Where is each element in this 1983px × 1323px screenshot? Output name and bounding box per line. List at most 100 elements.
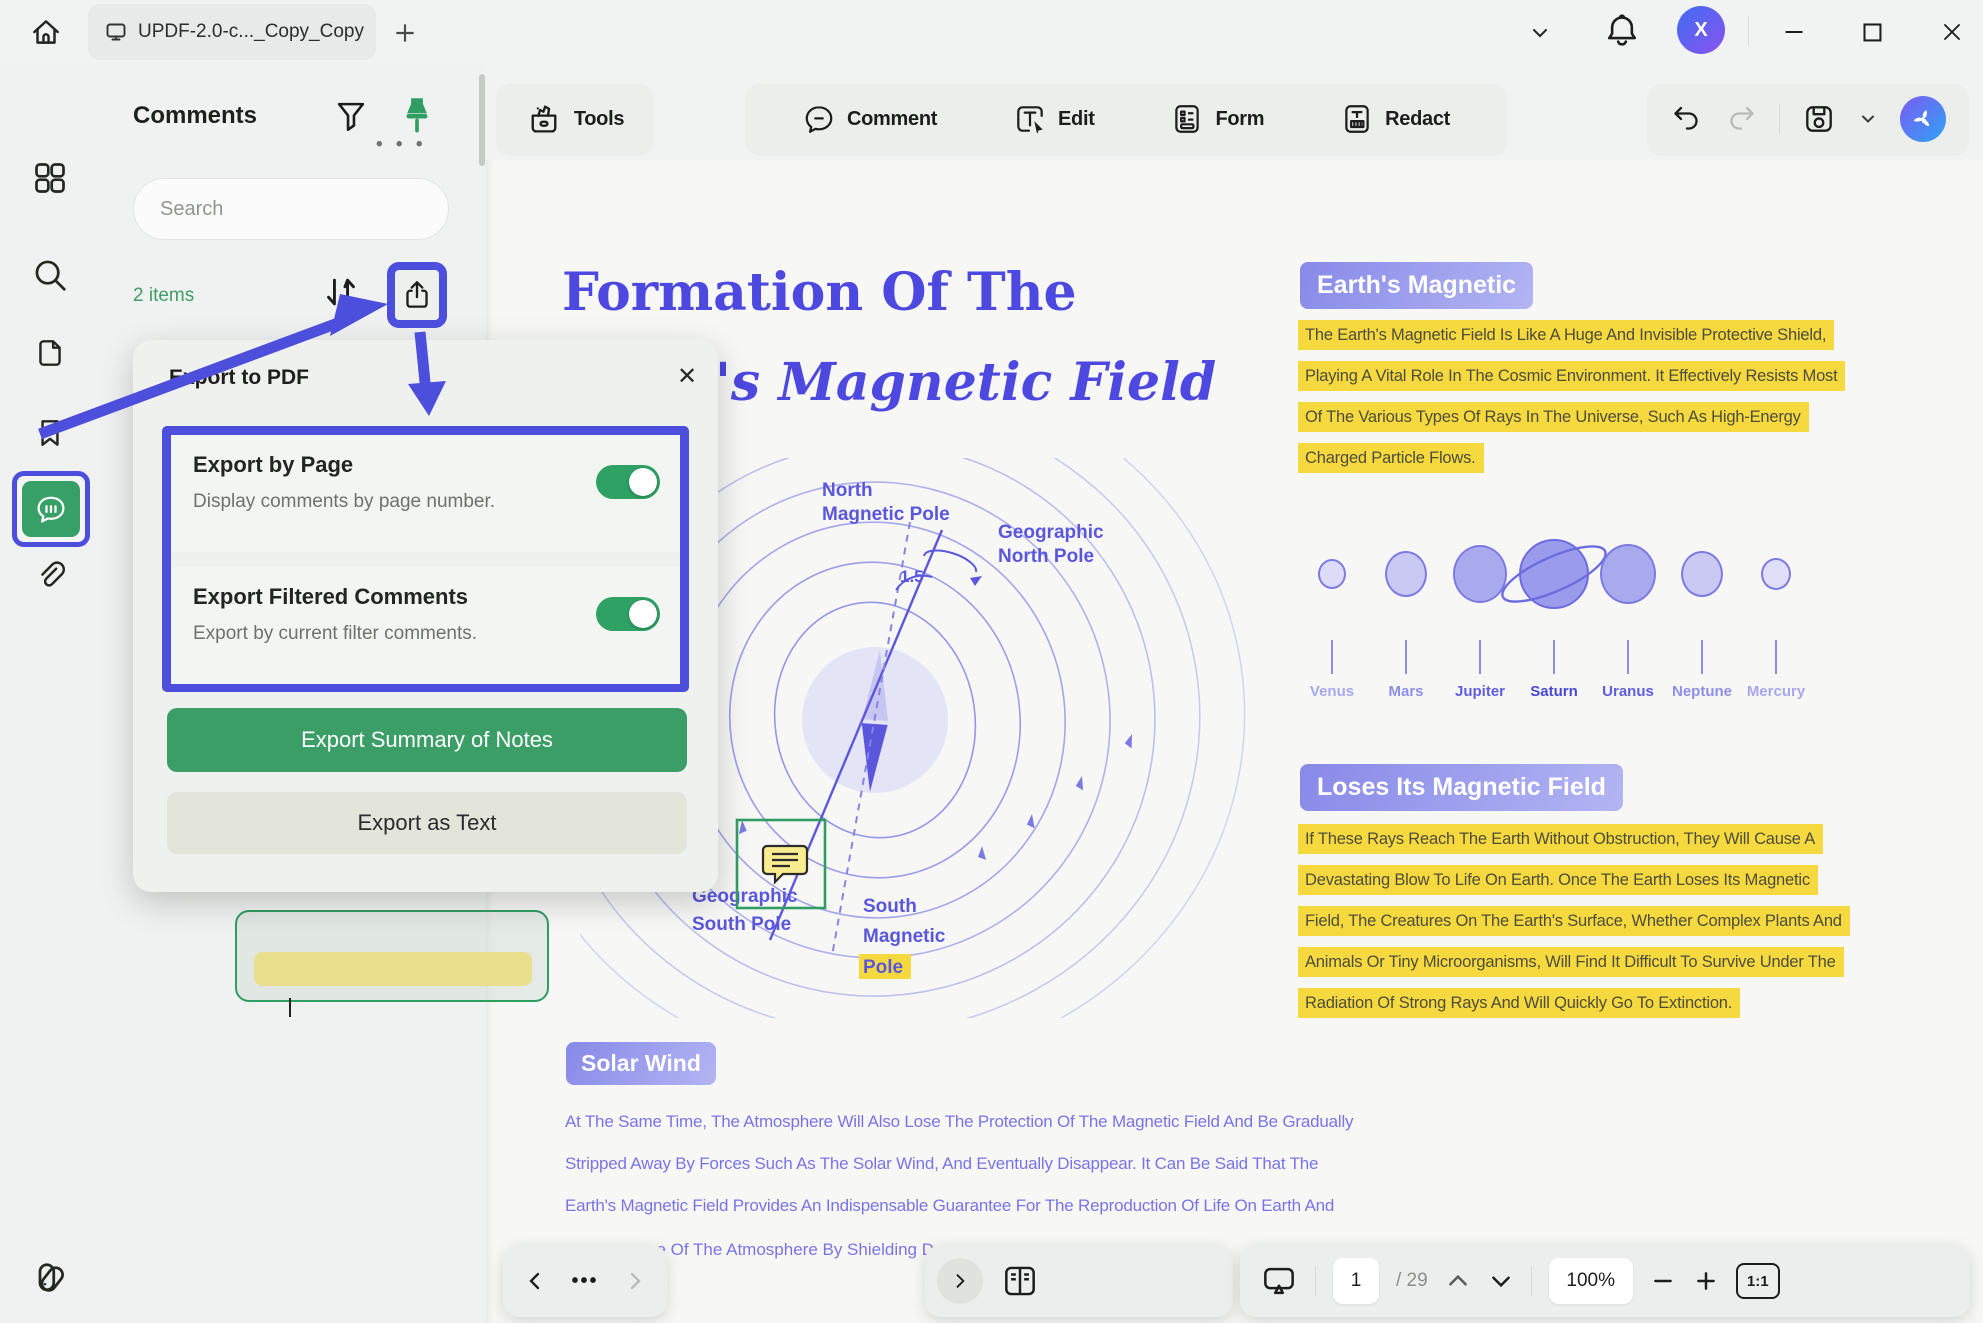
- tab-edit[interactable]: Edit: [1013, 102, 1095, 136]
- grid-icon: [32, 160, 68, 196]
- mode-switcher: Comment Edit Form: [746, 84, 1506, 154]
- minimize-icon: [1779, 17, 1809, 47]
- avatar[interactable]: X: [1677, 6, 1725, 54]
- doc-heading-line1: Formation Of The: [562, 262, 1077, 323]
- highlight-line: Field, The Creatures On The Earth's Surf…: [1298, 906, 1850, 936]
- export-summary-button[interactable]: Export Summary of Notes: [167, 708, 687, 772]
- titlebar-divider: [1748, 16, 1749, 46]
- comments-tile: [22, 481, 80, 537]
- redact-mode-icon: [1340, 102, 1374, 136]
- tab-form[interactable]: Form: [1170, 102, 1264, 136]
- export-comments-button[interactable]: [387, 262, 447, 328]
- document-tab[interactable]: UPDF-2.0-c..._Copy_Copy: [88, 4, 376, 60]
- next-comment-button[interactable]: [623, 1269, 647, 1293]
- highlight-line: Animals Or Tiny Microorganisms, Will Fin…: [1298, 947, 1844, 977]
- zoom-level-input[interactable]: 100%: [1549, 1258, 1633, 1304]
- two-page-view-button[interactable]: [1001, 1262, 1039, 1300]
- presentation-mode-button[interactable]: [1260, 1262, 1298, 1300]
- redo-button[interactable]: [1725, 103, 1757, 135]
- tab-redact[interactable]: Redact: [1340, 102, 1450, 136]
- maximize-button[interactable]: [1850, 12, 1894, 52]
- notifications-button[interactable]: [1600, 8, 1644, 52]
- purple-paragraph: At The Same Time, The Atmosphere Will Al…: [565, 1112, 1353, 1238]
- planet-uranus: Uranus: [1592, 512, 1664, 708]
- toolbox-icon: [526, 101, 562, 137]
- badge-solar-wind: Solar Wind: [566, 1042, 716, 1085]
- sidebar-item-swatches[interactable]: [30, 1256, 70, 1296]
- search-input[interactable]: [160, 198, 422, 221]
- dialog-close-button[interactable]: ✕: [671, 360, 703, 392]
- export-as-text-button[interactable]: Export as Text: [167, 792, 687, 854]
- history-save-group: [1648, 84, 1968, 154]
- undo-button[interactable]: [1671, 103, 1703, 135]
- home-button[interactable]: [24, 10, 68, 54]
- close-window-button[interactable]: [1930, 12, 1974, 52]
- note-annotation-icon[interactable]: [763, 846, 807, 882]
- sidebar: [0, 64, 100, 1323]
- badge-loses-field: Loses Its Magnetic Field: [1300, 764, 1623, 811]
- filter-comments-button[interactable]: [332, 96, 372, 136]
- label-north-magnetic-2: Magnetic Pole: [822, 504, 950, 525]
- tab-comment[interactable]: Comment: [802, 102, 937, 136]
- page-number-input[interactable]: 1: [1333, 1258, 1379, 1304]
- minimize-button[interactable]: [1772, 12, 1816, 52]
- planet-label: Jupiter: [1455, 683, 1505, 700]
- planet-label: Mars: [1388, 683, 1423, 700]
- form-mode-icon: [1170, 102, 1204, 136]
- planet-saturn: Saturn: [1518, 512, 1590, 708]
- share-export-icon: [400, 277, 434, 313]
- funnel-icon: [332, 96, 372, 136]
- prev-comment-button[interactable]: [523, 1269, 547, 1293]
- zoom-in-button[interactable]: [1693, 1268, 1719, 1294]
- highlight-line: If These Rays Reach The Earth Without Ob…: [1298, 824, 1823, 854]
- ai-assistant-button[interactable]: [1900, 96, 1946, 142]
- label-geo-north-1: Geographic: [998, 522, 1104, 543]
- planet-label: Venus: [1310, 683, 1354, 700]
- toolbar-divider: [1779, 104, 1780, 134]
- planet-label: Neptune: [1672, 683, 1732, 700]
- zoom-out-button[interactable]: [1650, 1268, 1676, 1294]
- tools-button[interactable]: Tools: [497, 84, 653, 154]
- comment-nav-bar: •••: [503, 1245, 667, 1317]
- new-tab-button[interactable]: [388, 16, 422, 50]
- zoom-value: 100%: [1566, 1270, 1615, 1292]
- export-by-page-toggle[interactable]: [596, 465, 660, 499]
- more-options-button[interactable]: •••: [571, 1270, 598, 1293]
- export-to-pdf-dialog: Export to PDF ✕ Export by Page Display c…: [133, 340, 718, 892]
- export-filtered-toggle[interactable]: [596, 597, 660, 631]
- page-total: / 29: [1396, 1270, 1428, 1292]
- sticky-note[interactable]: [254, 952, 532, 986]
- badge-earths-magnetic: Earth's Magnetic: [1300, 262, 1533, 309]
- highlight-line: Of The Various Types Of Rays In The Univ…: [1298, 402, 1809, 432]
- sidebar-item-thumbnails[interactable]: [30, 158, 70, 198]
- label-geo-south-2: South Pole: [692, 914, 791, 935]
- sidebar-item-bookmarks[interactable]: [30, 413, 70, 453]
- sidebar-item-comments-active[interactable]: [12, 471, 90, 547]
- planet-mars: Mars: [1370, 512, 1442, 708]
- comments-search[interactable]: [133, 178, 449, 240]
- sort-comments-button[interactable]: [320, 268, 364, 318]
- highlight-line: The Earth's Magnetic Field Is Like A Hug…: [1298, 320, 1834, 350]
- sidebar-item-search[interactable]: [30, 255, 70, 295]
- panel-scrollbar[interactable]: [479, 74, 485, 166]
- pin-comments-button[interactable]: [396, 92, 440, 140]
- view-options-bar: [925, 1245, 1233, 1317]
- bar-divider: [1531, 1266, 1532, 1296]
- comment-item-selected[interactable]: [235, 910, 549, 1002]
- actual-size-button[interactable]: 1:1: [1736, 1263, 1780, 1299]
- expand-bar-button[interactable]: [937, 1258, 983, 1304]
- page-up-button[interactable]: [1445, 1268, 1471, 1294]
- form-label: Form: [1215, 108, 1264, 131]
- page-down-button[interactable]: [1488, 1268, 1514, 1294]
- comment-bubble-icon: [32, 491, 70, 527]
- page-icon: [33, 336, 67, 370]
- current-page: 1: [1351, 1270, 1362, 1292]
- dialog-title: Export to PDF: [169, 366, 309, 390]
- save-options-chevron[interactable]: [1858, 109, 1878, 129]
- titlebar-collapse-button[interactable]: [1522, 18, 1558, 48]
- sidebar-item-pages[interactable]: [30, 333, 70, 373]
- save-button[interactable]: [1802, 102, 1836, 136]
- planet-label: Mercury: [1747, 683, 1805, 700]
- sidebar-item-attachments[interactable]: [30, 556, 70, 596]
- label-south-magnetic-3: Pole: [863, 957, 903, 978]
